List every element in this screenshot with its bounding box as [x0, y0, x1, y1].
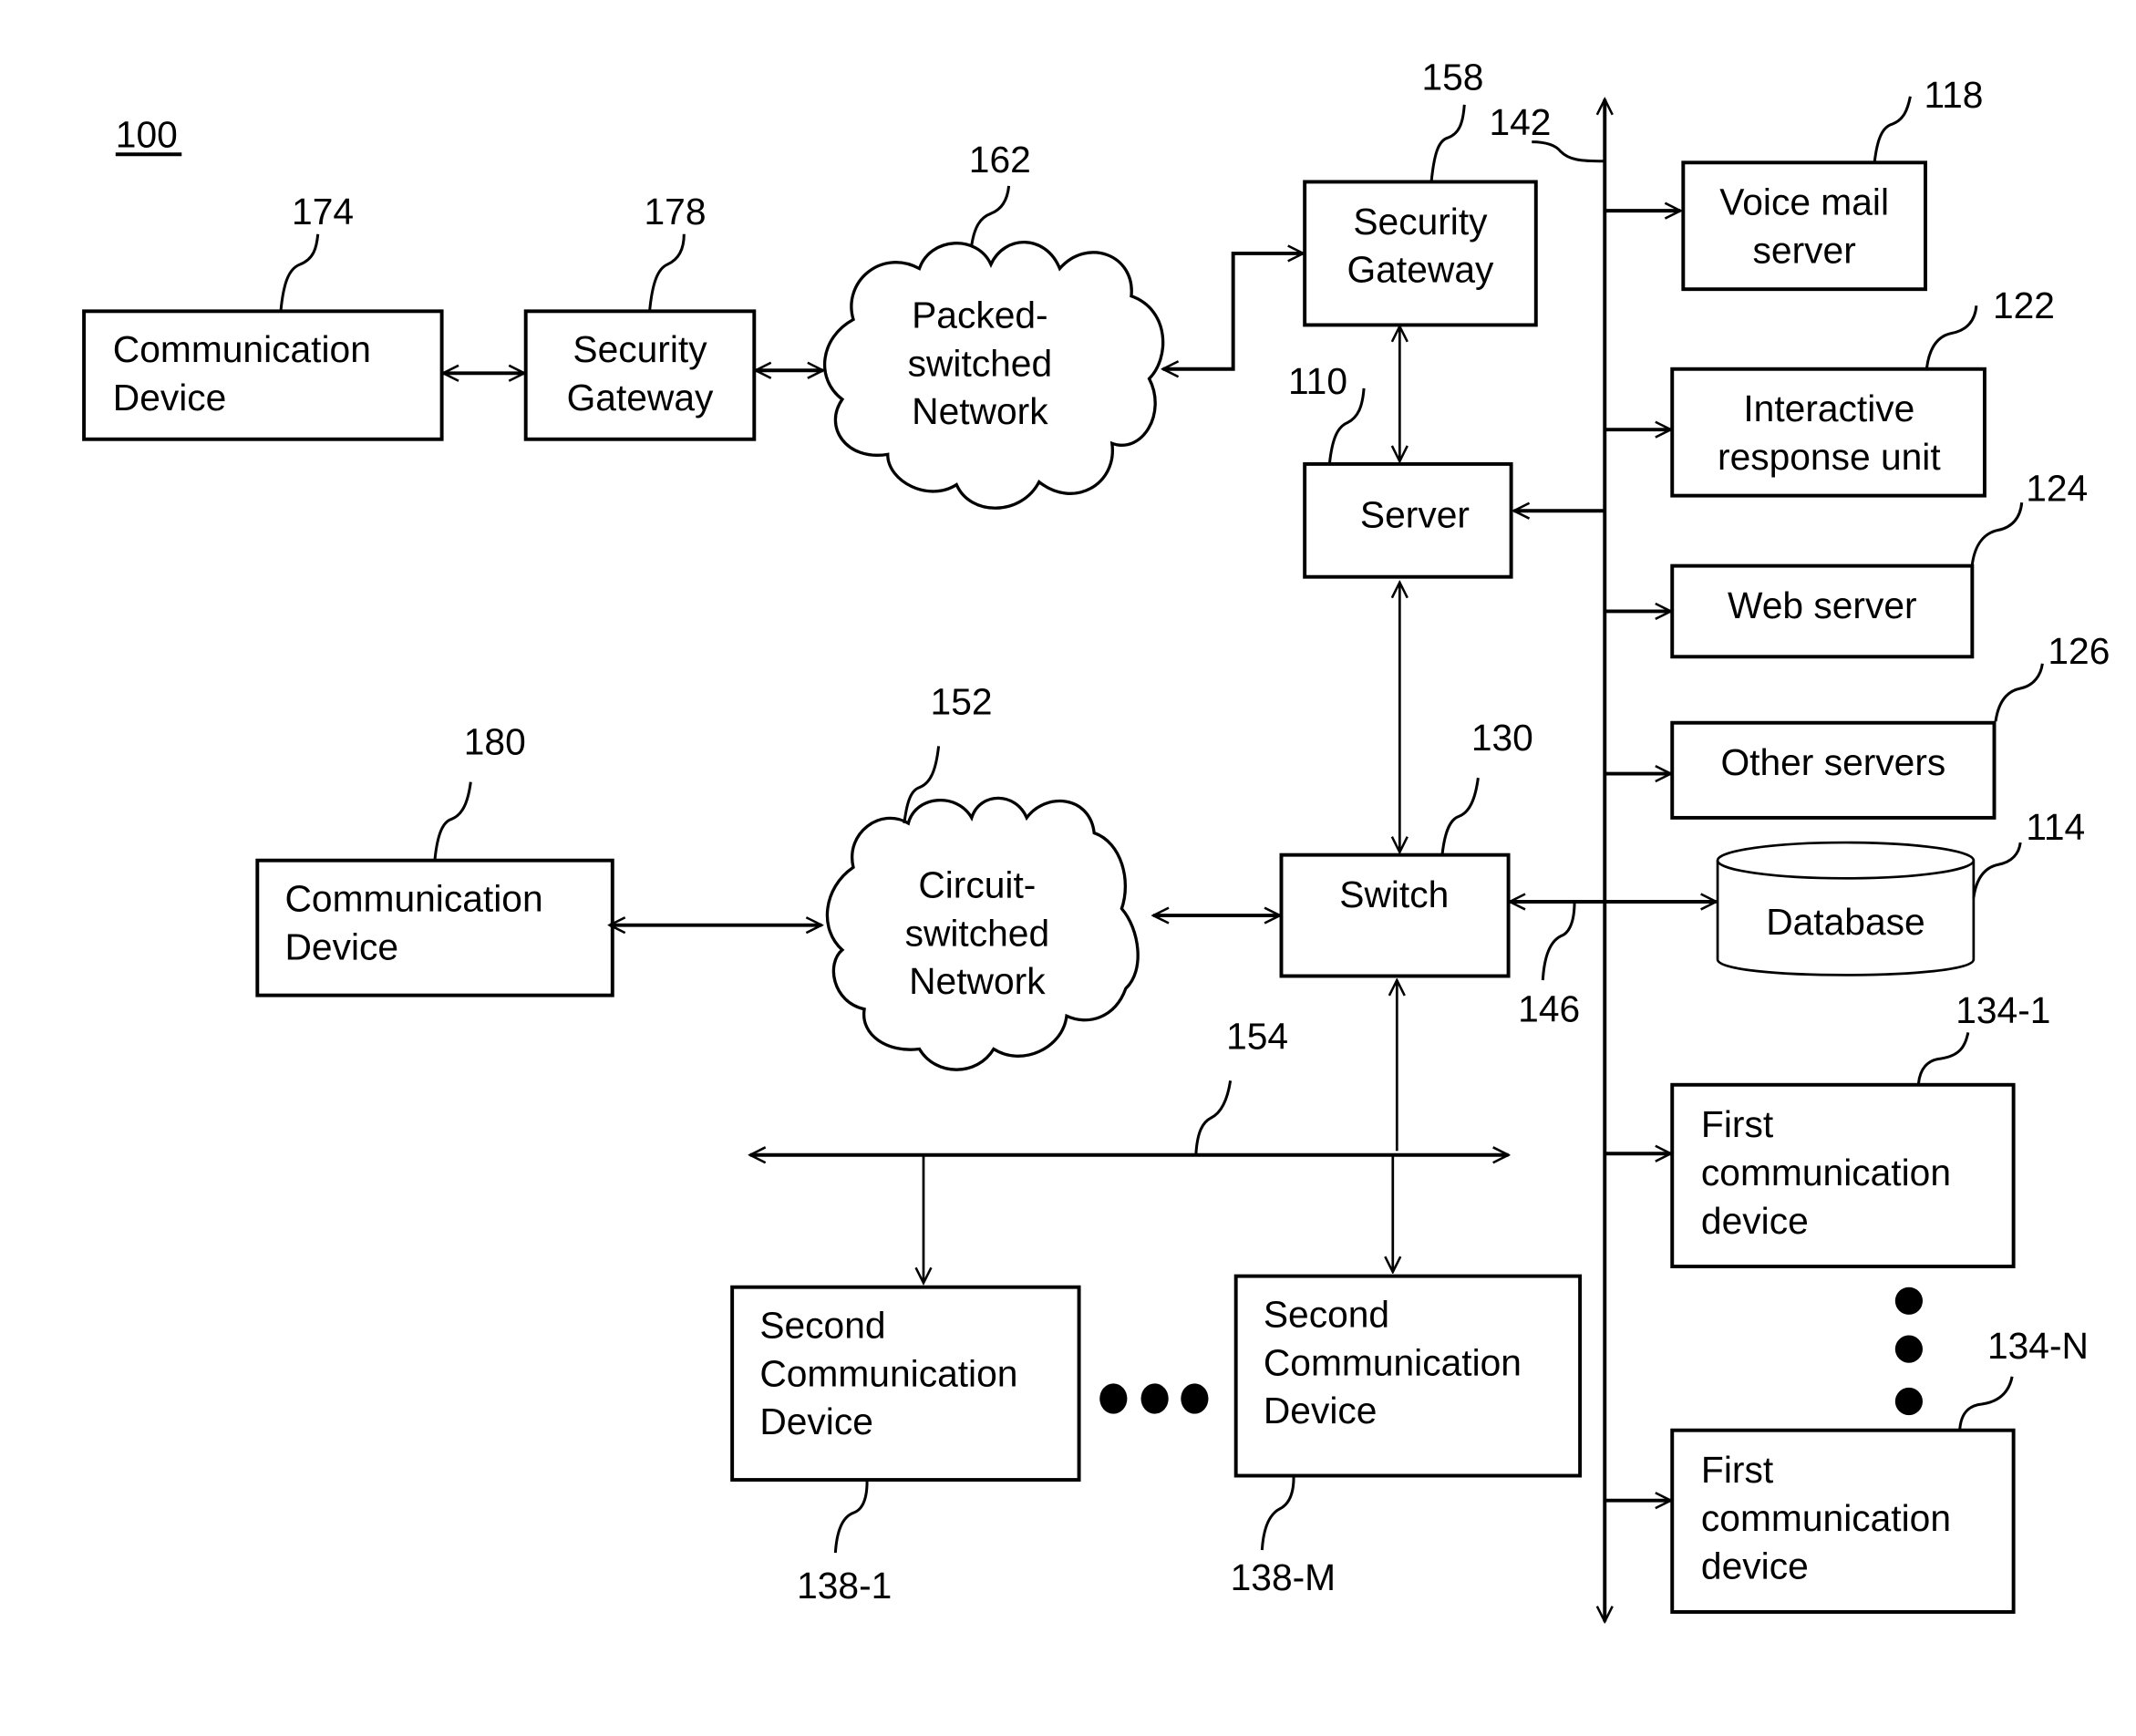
ref-label-142: 142	[1489, 101, 1551, 143]
node-label-line: Web server	[1728, 584, 1917, 626]
node-label-line: Device	[285, 925, 399, 967]
ref-label-114: 114	[2026, 806, 2085, 848]
leader-line-142	[1532, 140, 1604, 163]
node-label-line: Security	[1353, 201, 1488, 243]
security-gateway-178[interactable]: Security Gateway	[523, 309, 757, 441]
node-label-line: First	[1701, 1103, 1774, 1145]
leader-line-134-1	[1916, 1032, 1970, 1084]
link-162-158	[1163, 253, 1304, 369]
leader-line-158	[1429, 104, 1466, 182]
leader-line-114	[1972, 842, 2022, 898]
leader-line-138-m	[1260, 1477, 1295, 1551]
node-label-line: First	[1701, 1449, 1774, 1491]
node-label-line: device	[1701, 1545, 1809, 1587]
interactive-response-unit-122[interactable]: Interactive response unit	[1670, 367, 1986, 498]
leader-line-180	[433, 781, 472, 860]
network-diagram: 100 Communication Device 174 Security Ga…	[82, 56, 2110, 1736]
ref-label-118: 118	[1924, 74, 1984, 116]
node-label-line: Communication	[285, 878, 543, 920]
ref-label-122: 122	[1993, 284, 2055, 326]
second-communication-device-138-m[interactable]: Second Communication Device	[1233, 1274, 1583, 1478]
node-label-line: Packed-	[912, 294, 1048, 336]
node-label-line: device	[1701, 1200, 1809, 1242]
leader-line-126	[1994, 663, 2044, 722]
ref-label-134-n: 134-N	[1987, 1325, 2089, 1367]
ref-label-138-m: 138-M	[1231, 1556, 1336, 1598]
leader-line-178	[648, 233, 686, 312]
ref-label-178: 178	[645, 191, 707, 232]
figure-number: 100	[116, 114, 178, 156]
node-label-line: switched	[908, 342, 1053, 384]
ref-label-180: 180	[464, 720, 526, 762]
ref-label-152: 152	[931, 681, 993, 723]
node-label-line: Circuit-	[918, 863, 1036, 905]
ref-label-158: 158	[1421, 56, 1483, 98]
node-label-line: Database	[1766, 901, 1924, 943]
node-label-line: Second	[759, 1305, 885, 1347]
database-114[interactable]: Database	[1716, 841, 1976, 976]
leader-line-124	[1970, 502, 2024, 565]
node-label-line: Communication	[1264, 1341, 1522, 1383]
leader-line-130	[1440, 777, 1480, 854]
node-label-line: switched	[905, 912, 1050, 954]
ref-label-130: 130	[1471, 717, 1533, 759]
voice-mail-server-118[interactable]: Voice mail server	[1681, 160, 1927, 292]
ref-label-146: 146	[1518, 987, 1580, 1029]
server-110[interactable]: Server	[1303, 461, 1513, 579]
second-communication-device-138-1[interactable]: Second Communication Device	[730, 1285, 1081, 1483]
node-label-line: Communication	[759, 1352, 1017, 1394]
node-label-line: Gateway	[567, 377, 714, 418]
node-label-line: communication	[1701, 1497, 1951, 1539]
ref-label-126: 126	[2048, 630, 2110, 672]
leader-line-122	[1925, 305, 1978, 368]
ellipsis-horizontal-dots	[1099, 1383, 1209, 1414]
node-label-line: Device	[113, 377, 227, 418]
switch-130[interactable]: Switch	[1279, 852, 1511, 978]
node-label-line: Network	[912, 390, 1048, 432]
ref-label-154: 154	[1226, 1016, 1288, 1058]
node-label-line: Switch	[1339, 873, 1449, 915]
node-label-line: Second	[1264, 1293, 1389, 1335]
first-communication-device-134-n[interactable]: First communication device	[1670, 1428, 2016, 1614]
node-label-line: Other servers	[1720, 741, 1945, 783]
node-label-line: Interactive	[1743, 388, 1914, 429]
first-communication-device-134-1[interactable]: First communication device	[1670, 1082, 2016, 1269]
web-server-124[interactable]: Web server	[1670, 563, 1975, 659]
ref-label-174: 174	[292, 191, 354, 232]
node-label-line: Voice mail	[1719, 181, 1889, 223]
ref-label-138-1: 138-1	[797, 1565, 892, 1607]
node-label-line: Device	[1264, 1390, 1378, 1431]
node-label-line: Gateway	[1347, 249, 1494, 291]
communication-device-180[interactable]: Communication Device	[255, 858, 614, 997]
ref-label-124: 124	[2026, 468, 2088, 510]
node-label-line: server	[1753, 230, 1856, 272]
node-label-line: Security	[573, 328, 707, 370]
communication-device-174[interactable]: Communication Device	[82, 309, 444, 441]
leader-line-146	[1541, 901, 1576, 981]
ref-label-110: 110	[1288, 360, 1347, 402]
node-label-line: response unit	[1718, 436, 1941, 478]
security-gateway-158[interactable]: Security Gateway	[1303, 180, 1538, 327]
leader-line-118	[1873, 96, 1912, 163]
ellipsis-vertical-dots	[1894, 1286, 1924, 1416]
packet-switched-network-162[interactable]: Packed- switched Network	[822, 241, 1165, 510]
node-label-line: Communication	[113, 328, 371, 370]
leader-line-174	[279, 233, 320, 312]
circuit-switched-network-152[interactable]: Circuit- switched Network	[825, 796, 1140, 1071]
node-label-line: Network	[909, 960, 1046, 1002]
leader-line-162	[970, 185, 1011, 246]
other-servers-126[interactable]: Other servers	[1670, 720, 1997, 820]
node-label-line: communication	[1701, 1152, 1951, 1194]
node-label-line: Server	[1360, 493, 1470, 535]
leader-line-138-1	[833, 1481, 869, 1554]
leader-line-134-n	[1958, 1376, 2014, 1430]
ref-label-134-1: 134-1	[1955, 989, 2050, 1031]
ref-label-162: 162	[969, 139, 1031, 181]
node-label-line: Device	[759, 1400, 873, 1442]
leader-line-154	[1194, 1080, 1233, 1154]
